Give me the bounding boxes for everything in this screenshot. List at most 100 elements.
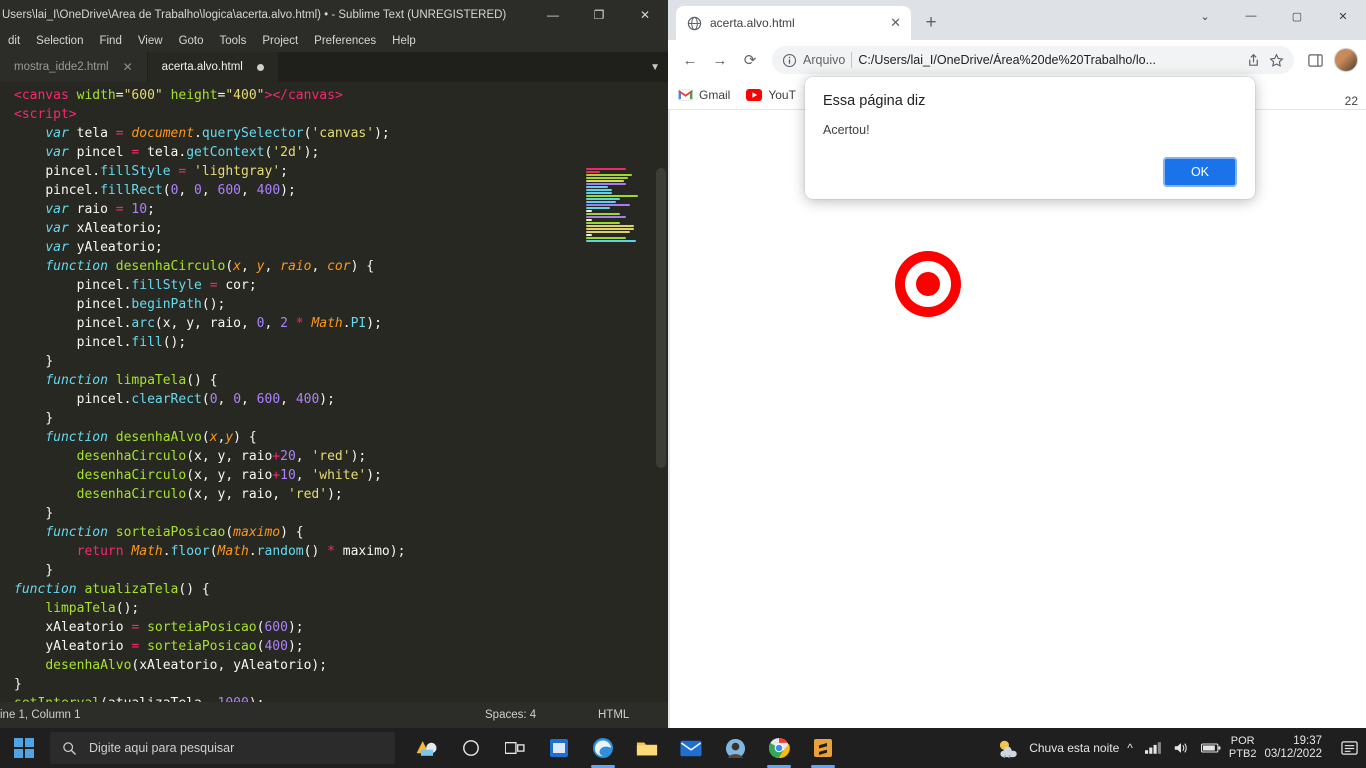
chrome-icon[interactable] <box>759 728 799 768</box>
info-circle-icon[interactable] <box>782 53 797 68</box>
mail-icon[interactable] <box>671 728 711 768</box>
omnibox-divider <box>851 52 853 68</box>
sublime-menubar: dit Selection Find View Goto Tools Proje… <box>0 30 668 52</box>
sublime-statusbar: ine 1, Column 1 Spaces: 4 HTML <box>0 702 668 728</box>
canvas-target-drawing <box>895 251 961 317</box>
task-view-icon[interactable] <box>495 728 535 768</box>
clock-widget[interactable]: 19:37 03/12/2022 <box>1264 735 1328 761</box>
code-content: <canvas width="600" height="400"></canva… <box>14 88 406 702</box>
reload-button[interactable]: ⟳ <box>736 46 764 74</box>
menu-item-view[interactable]: View <box>130 33 171 49</box>
omnibox-actions <box>1246 52 1284 68</box>
sublime-editor-area[interactable]: <canvas width="600" height="400"></canva… <box>0 82 668 702</box>
chevron-down-icon[interactable]: ▼ <box>650 52 660 82</box>
profile-avatar[interactable] <box>1334 48 1358 72</box>
sublime-maximize-button[interactable]: ❐ <box>576 0 622 30</box>
rain-icon <box>997 738 1021 758</box>
chrome-window-controls: ⌄ — ▢ ✕ <box>1182 0 1366 32</box>
weather-label: Chuva esta noite <box>1029 741 1120 755</box>
language-line1: POR <box>1230 735 1255 747</box>
sublime-tab-label: mostra_idde2.html <box>14 61 109 73</box>
share-icon[interactable] <box>1246 53 1261 68</box>
weather-widget[interactable]: Chuva esta noite <box>997 738 1119 758</box>
photos-icon[interactable] <box>715 728 755 768</box>
chrome-minimize-button[interactable]: — <box>1228 0 1274 32</box>
search-icon <box>62 741 77 756</box>
sublime-tabbar: mostra_idde2.html ✕ acerta.alvo.html ▼ <box>0 52 668 82</box>
sublime-minimize-button[interactable]: — <box>530 0 576 30</box>
sublime-close-button[interactable]: ✕ <box>622 0 668 30</box>
widget-icon[interactable] <box>407 728 447 768</box>
file-explorer-icon[interactable] <box>627 728 667 768</box>
indent-label[interactable]: Spaces: 4 <box>485 709 536 721</box>
chrome-tab-acerta-alvo[interactable]: acerta.alvo.html ✕ <box>676 6 911 40</box>
bookmark-youtube[interactable]: YouT <box>746 88 796 102</box>
close-icon[interactable]: ✕ <box>890 15 901 31</box>
globe-icon <box>686 15 702 31</box>
dialog-actions: OK <box>823 157 1237 187</box>
page-fragment-text: 22 <box>1344 94 1358 108</box>
menu-item-tools[interactable]: Tools <box>212 33 255 49</box>
forward-button[interactable]: → <box>706 46 734 74</box>
youtube-icon <box>746 88 763 101</box>
new-tab-button[interactable]: + <box>917 9 945 37</box>
taskbar-app-icons <box>407 728 843 768</box>
menu-item-help[interactable]: Help <box>384 33 424 49</box>
language-indicator[interactable]: POR PTB2 <box>1229 735 1257 761</box>
close-icon[interactable]: ✕ <box>123 60 133 74</box>
language-line2: PTB2 <box>1228 748 1257 760</box>
bookmark-gmail[interactable]: Gmail <box>678 88 730 102</box>
sublime-window-controls: — ❐ ✕ <box>530 0 668 30</box>
clock-date: 03/12/2022 <box>1264 748 1322 760</box>
sublime-icon[interactable] <box>803 728 843 768</box>
search-placeholder: Digite aqui para pesquisar <box>89 741 235 755</box>
search-input[interactable]: Digite aqui para pesquisar <box>50 732 395 764</box>
store-icon[interactable] <box>539 728 579 768</box>
clock-time: 19:37 <box>1293 735 1322 747</box>
sublime-window-title: Users\lai_I\OneDrive\Área de Trabalho\lo… <box>2 9 507 21</box>
windows-start-icon[interactable] <box>0 728 48 768</box>
sublime-tab-mostra-idde2[interactable]: mostra_idde2.html ✕ <box>0 52 148 82</box>
side-panel-icon[interactable] <box>1302 47 1328 73</box>
menu-item-edit[interactable]: dit <box>0 33 28 49</box>
chrome-maximize-button[interactable]: ▢ <box>1274 0 1320 32</box>
battery-icon[interactable] <box>1200 742 1221 754</box>
notification-icon[interactable] <box>1336 728 1362 768</box>
unsaved-dot-icon <box>256 63 264 71</box>
address-bar-url: C:/Users/lai_I/OneDrive/Área%20de%20Trab… <box>858 53 1156 67</box>
back-button[interactable]: ← <box>676 46 704 74</box>
dialog-message: Acertou! <box>823 123 870 137</box>
sublime-vertical-scrollbar[interactable] <box>656 168 666 468</box>
target-inner-ring <box>916 272 940 296</box>
dialog-title: Essa página diz <box>823 93 926 109</box>
desktop-screen: Users\lai_I\OneDrive\Área de Trabalho\lo… <box>0 0 1366 768</box>
tab-search-button[interactable]: ⌄ <box>1182 0 1228 32</box>
menu-item-goto[interactable]: Goto <box>171 33 212 49</box>
windows-taskbar: Digite aqui para pesquisar Chuva esta no… <box>0 728 1366 768</box>
star-icon[interactable] <box>1269 52 1284 68</box>
menu-item-selection[interactable]: Selection <box>28 33 91 49</box>
menu-item-project[interactable]: Project <box>254 33 306 49</box>
syntax-label[interactable]: HTML <box>598 709 629 721</box>
bookmark-label: Gmail <box>699 87 731 102</box>
sublime-text-window: Users\lai_I\OneDrive\Área de Trabalho\lo… <box>0 0 668 728</box>
page-left-edge <box>668 110 670 728</box>
sublime-minimap[interactable] <box>586 168 650 248</box>
cortana-circle-icon[interactable] <box>451 728 491 768</box>
chrome-browser-window: acerta.alvo.html ✕ + ⌄ — ▢ ✕ ← → ⟳ Arqui… <box>668 0 1366 728</box>
edge-icon[interactable] <box>583 728 623 768</box>
sublime-tab-label: acerta.alvo.html <box>161 61 243 73</box>
chrome-close-button[interactable]: ✕ <box>1320 0 1366 32</box>
menu-item-find[interactable]: Find <box>91 33 129 49</box>
sublime-tab-acerta-alvo[interactable]: acerta.alvo.html <box>147 52 279 82</box>
dialog-ok-button[interactable]: OK <box>1162 157 1237 187</box>
page-viewport[interactable]: 22 <box>668 94 1366 728</box>
taskbar-right-area: Chuva esta noite ^ POR PTB2 19:37 03/12/… <box>997 728 1366 768</box>
javascript-alert-dialog: Essa página diz Acertou! OK <box>805 77 1255 199</box>
network-icon[interactable] <box>1144 741 1161 755</box>
bookmark-label: YouT <box>768 87 796 102</box>
address-bar[interactable]: Arquivo C:/Users/lai_I/OneDrive/Área%20d… <box>772 46 1294 74</box>
tray-chevron-icon[interactable]: ^ <box>1127 741 1133 755</box>
volume-icon[interactable] <box>1173 741 1189 755</box>
menu-item-preferences[interactable]: Preferences <box>306 33 384 49</box>
